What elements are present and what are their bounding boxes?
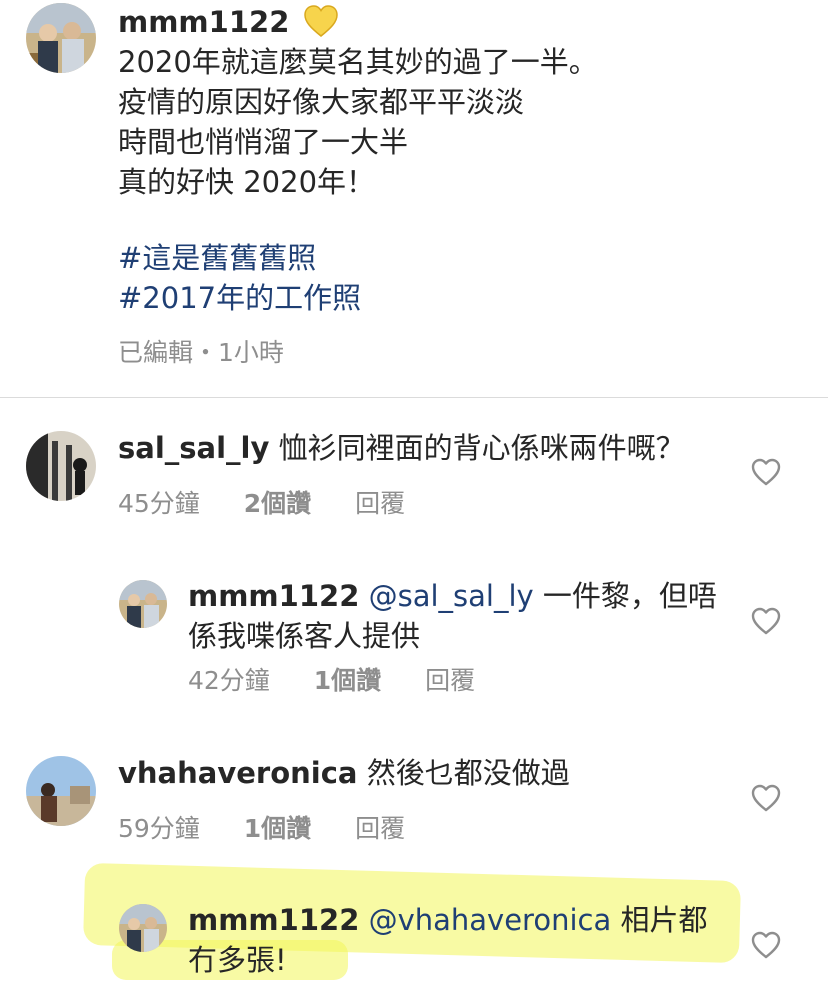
comment-username[interactable]: vhahaveronica	[118, 756, 357, 790]
reply-username[interactable]: mmm1122	[188, 903, 359, 937]
reply-text: 相片都	[620, 903, 708, 937]
reply-text: 一件黎，但唔	[542, 579, 717, 613]
comment-likes[interactable]: 1個讚	[314, 661, 381, 697]
comment-text: 然後乜都没做過	[366, 756, 570, 790]
reply-meta: 42分鐘 1個讚 回覆	[188, 661, 475, 697]
reply-username[interactable]: mmm1122	[188, 579, 359, 613]
reply-avatar[interactable]	[119, 904, 167, 952]
comment-text: 恤衫同裡面的背心係咪兩件嘅？	[278, 431, 685, 465]
caption-line: 疫情的原因好像大家都平平淡淡	[118, 85, 525, 119]
reply-body: mmm1122 @sal_sal_ly 一件黎，但唔 係我喋係客人提供	[188, 576, 717, 656]
caption-hashtags: #這是舊舊舊照 #2017年的工作照	[118, 238, 361, 318]
caption-line: 時間也悄悄溜了一大半	[118, 125, 409, 159]
reply-avatar[interactable]	[119, 580, 167, 628]
comment-time: 59分鐘	[118, 814, 200, 843]
comment-meta: 59分鐘 1個讚 回覆	[118, 809, 405, 845]
comment-meta: 45分鐘 2個讚 回覆	[118, 484, 405, 520]
comment-body: sal_sal_ly 恤衫同裡面的背心係咪兩件嘅？	[118, 428, 685, 468]
avatar-photo-icon	[26, 3, 96, 73]
heart-outline-icon[interactable]	[751, 931, 781, 959]
caption-line: 2020年就這麼莫名其妙的過了一半。	[118, 45, 598, 79]
reply-button[interactable]: 回覆	[425, 661, 475, 697]
avatar-photo-icon	[119, 580, 167, 628]
reply-body: mmm1122 @vhahaveronica 相片都 冇多張!	[188, 900, 707, 980]
comment-body: vhahaveronica 然後乜都没做過	[118, 753, 570, 793]
caption-divider	[0, 397, 828, 398]
hashtag-link[interactable]: #2017年的工作照	[118, 278, 361, 318]
caption-meta: 已編輯・1小時	[118, 338, 284, 367]
reply-button[interactable]: 回覆	[355, 484, 405, 520]
reply-text: 冇多張!	[188, 943, 287, 977]
comment-avatar[interactable]	[26, 431, 96, 501]
caption-line: 真的好快 2020年！	[118, 165, 376, 199]
caption-avatar[interactable]	[26, 3, 96, 73]
heart-outline-icon[interactable]	[751, 607, 781, 635]
heart-outline-icon[interactable]	[751, 784, 781, 812]
comment-likes[interactable]: 1個讚	[244, 809, 311, 845]
hashtag-link[interactable]: #這是舊舊舊照	[118, 238, 361, 278]
reply-button[interactable]: 回覆	[355, 809, 405, 845]
caption-header: mmm1122	[118, 2, 339, 42]
comment-time: 42分鐘	[188, 666, 270, 695]
heart-outline-icon[interactable]	[751, 458, 781, 486]
yellow-heart-emoji-icon	[303, 4, 339, 38]
comment-username[interactable]: sal_sal_ly	[118, 431, 269, 465]
mention-link[interactable]: @sal_sal_ly	[369, 579, 534, 613]
caption-body: 2020年就這麼莫名其妙的過了一半。 疫情的原因好像大家都平平淡淡 時間也悄悄溜…	[118, 42, 598, 202]
avatar-photo-icon	[119, 904, 167, 952]
comment-likes[interactable]: 2個讚	[244, 484, 311, 520]
comment-avatar[interactable]	[26, 756, 96, 826]
caption-username[interactable]: mmm1122	[118, 5, 289, 39]
avatar-photo-icon	[26, 431, 96, 501]
mention-link[interactable]: @vhahaveronica	[369, 903, 612, 937]
avatar-photo-icon	[26, 756, 96, 826]
reply-text: 係我喋係客人提供	[188, 619, 421, 653]
comment-time: 45分鐘	[118, 489, 200, 518]
